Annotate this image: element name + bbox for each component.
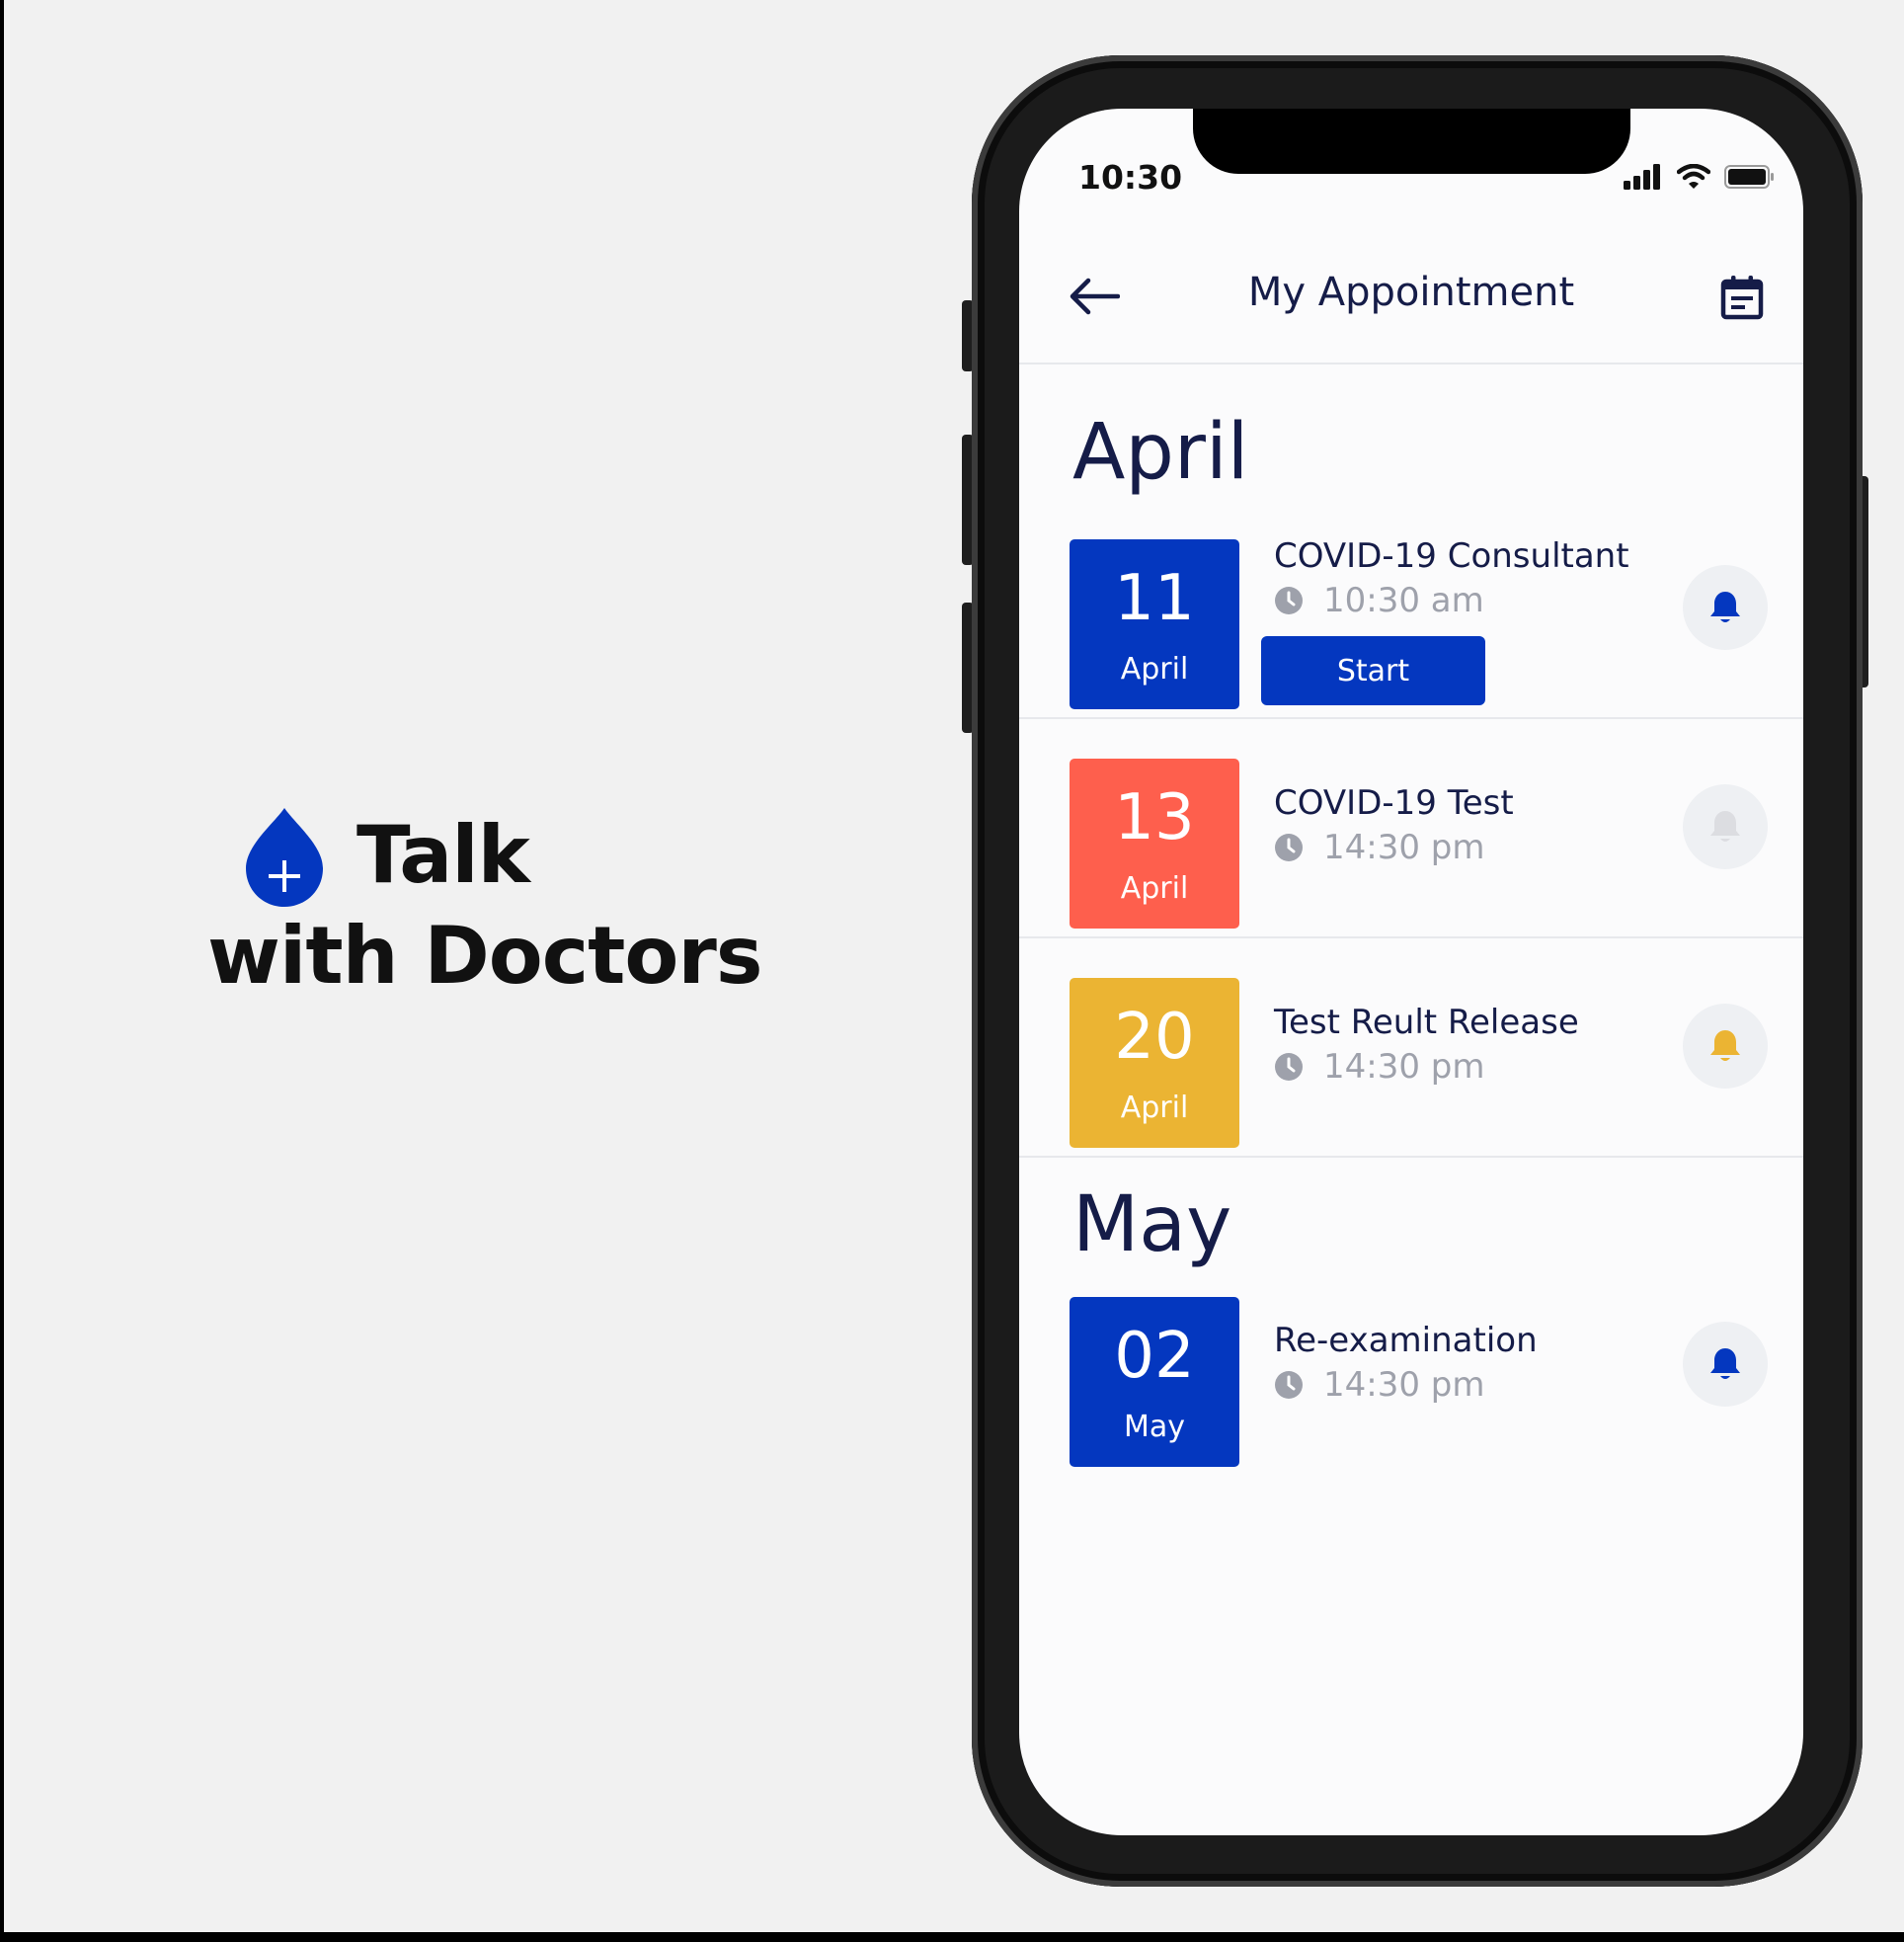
date-month: May bbox=[1123, 1410, 1186, 1444]
bell-icon bbox=[1710, 592, 1740, 622]
appointment-time-text: 14:30 pm bbox=[1323, 828, 1485, 867]
date-month: April bbox=[1120, 652, 1189, 687]
date-month: April bbox=[1120, 1091, 1189, 1125]
start-button[interactable]: Start bbox=[1261, 636, 1485, 705]
date-badge: 11 April bbox=[1070, 539, 1239, 709]
clock-icon bbox=[1275, 1371, 1303, 1399]
bell-icon bbox=[1710, 1030, 1740, 1061]
appointment-title: COVID-19 Consultant bbox=[1274, 536, 1629, 576]
reminder-bell-button[interactable] bbox=[1683, 784, 1768, 869]
clock-icon bbox=[1275, 587, 1303, 614]
appointment-time-text: 14:30 pm bbox=[1323, 1047, 1485, 1087]
row-divider bbox=[1019, 717, 1803, 719]
page-title: My Appointment bbox=[1247, 270, 1575, 315]
appointment-time: 14:30 pm bbox=[1274, 828, 1485, 867]
reminder-bell-button[interactable] bbox=[1683, 565, 1768, 650]
row-divider bbox=[1019, 936, 1803, 938]
date-day: 13 bbox=[1114, 781, 1195, 854]
reminder-bell-button[interactable] bbox=[1683, 1004, 1768, 1089]
signal-icon bbox=[1624, 164, 1660, 190]
phone-screen: 10:30 My Appointment April 11 April COVI… bbox=[1019, 109, 1803, 1835]
hero-title-line2: with Doctors bbox=[207, 910, 762, 1002]
arrow-left-icon[interactable] bbox=[1069, 277, 1120, 316]
date-badge: 13 April bbox=[1070, 759, 1239, 929]
status-icons bbox=[1624, 164, 1776, 190]
date-day: 20 bbox=[1114, 1001, 1195, 1074]
appointment-time: 10:30 am bbox=[1274, 581, 1484, 620]
hero-title-line1: Talk bbox=[357, 809, 530, 901]
date-month: April bbox=[1120, 871, 1189, 906]
calendar-icon[interactable] bbox=[1720, 275, 1764, 320]
reminder-bell-button[interactable] bbox=[1683, 1322, 1768, 1407]
bell-icon bbox=[1710, 1348, 1740, 1379]
date-day: 11 bbox=[1114, 562, 1195, 635]
plus-drop-icon bbox=[246, 808, 323, 907]
battery-icon bbox=[1724, 165, 1774, 189]
appointment-time: 14:30 pm bbox=[1274, 1047, 1485, 1087]
clock-icon bbox=[1275, 1053, 1303, 1081]
appointment-time-text: 14:30 pm bbox=[1323, 1365, 1485, 1405]
appointment-time-text: 10:30 am bbox=[1323, 581, 1484, 620]
date-badge: 02 May bbox=[1070, 1297, 1239, 1467]
header-divider bbox=[1019, 363, 1803, 364]
status-time: 10:30 bbox=[1078, 158, 1183, 197]
appointment-title: Test Reult Release bbox=[1274, 1003, 1579, 1042]
appointment-time: 14:30 pm bbox=[1274, 1365, 1485, 1405]
appointment-title: Re-examination bbox=[1274, 1321, 1538, 1360]
phone-notch bbox=[1193, 109, 1630, 174]
clock-icon bbox=[1275, 834, 1303, 861]
date-badge: 20 April bbox=[1070, 978, 1239, 1148]
month-heading-may: May bbox=[1072, 1180, 1232, 1269]
section-divider bbox=[1019, 1156, 1803, 1158]
date-day: 02 bbox=[1114, 1320, 1195, 1393]
wifi-icon bbox=[1677, 164, 1710, 189]
month-heading-april: April bbox=[1072, 408, 1249, 497]
appointment-title: COVID-19 Test bbox=[1274, 783, 1514, 823]
bell-icon bbox=[1710, 811, 1740, 842]
